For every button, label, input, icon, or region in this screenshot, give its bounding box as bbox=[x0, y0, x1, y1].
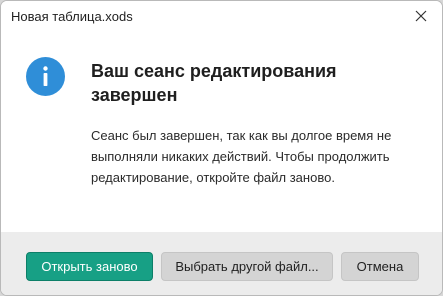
info-icon bbox=[26, 57, 65, 96]
dialog-window: Новая таблица.xods Ваш сеанс редактирова… bbox=[0, 0, 443, 296]
close-icon bbox=[415, 10, 427, 22]
close-button[interactable] bbox=[400, 1, 442, 31]
reopen-button[interactable]: Открыть заново bbox=[26, 252, 153, 281]
dialog-footer: Открыть заново Выбрать другой файл... От… bbox=[1, 232, 442, 295]
dialog-message: Сеанс был завершен, так как вы долгое вр… bbox=[91, 128, 392, 185]
dialog-heading: Ваш сеанс редактирования завершен bbox=[91, 61, 337, 105]
window-title: Новая таблица.xods bbox=[11, 9, 133, 24]
choose-other-file-button[interactable]: Выбрать другой файл... bbox=[161, 252, 333, 281]
dialog-content: Ваш сеанс редактирования завершен Сеанс … bbox=[1, 33, 442, 232]
cancel-button[interactable]: Отмена bbox=[341, 252, 419, 281]
title-bar[interactable]: Новая таблица.xods bbox=[1, 1, 442, 33]
